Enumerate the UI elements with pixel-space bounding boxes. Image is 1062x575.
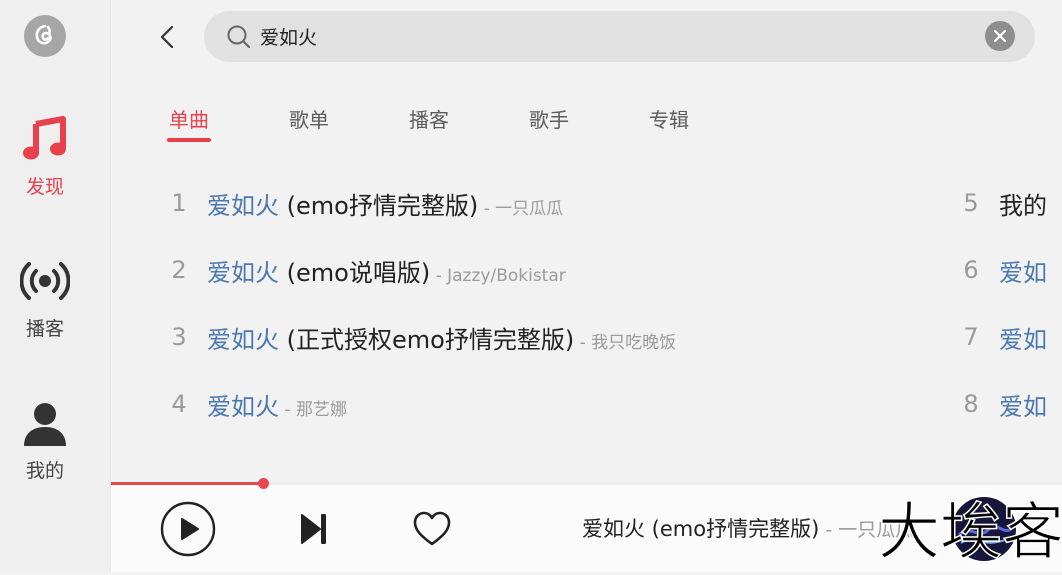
sidebar-item-discover[interactable]: 发现	[0, 116, 90, 199]
now-playing[interactable]: 爱如火 (emo抒情完整版) - 一只瓜瓜	[582, 513, 914, 543]
song-number: 3	[171, 323, 187, 351]
watermark-text: 大埃客	[881, 495, 1061, 568]
keyword-highlight: 爱如火	[207, 392, 279, 421]
sidebar-item-label: 播客	[25, 318, 64, 340]
song-title: 爱如火 (emo抒情完整版) - 一只瓜瓜	[207, 186, 563, 221]
sidebar-item-podcast[interactable]: 播客	[0, 258, 90, 341]
song-item[interactable]: 7 爱如	[951, 317, 1062, 357]
sidebar: 发现 播客 我的	[0, 0, 111, 572]
song-number: 8	[963, 390, 979, 418]
song-number: 6	[963, 256, 979, 284]
song-item[interactable]: 5 我的	[951, 183, 1062, 223]
song-version: 我的	[999, 191, 1047, 220]
song-title: 爱如火 (emo说唱版) - Jazzy/Bokistar	[207, 253, 566, 288]
tab-playlists[interactable]: 歌单	[289, 104, 329, 133]
user-icon	[24, 403, 66, 446]
play-button[interactable]	[160, 501, 216, 557]
song-version: (emo说唱版)	[279, 258, 431, 287]
music-note-icon	[23, 116, 66, 160]
song-number: 2	[171, 256, 187, 284]
like-button[interactable]	[413, 511, 451, 547]
keyword-highlight: 爱如火	[207, 258, 279, 287]
keyword-highlight: 爱如火	[207, 325, 279, 354]
tab-albums[interactable]: 专辑	[649, 104, 689, 133]
play-icon	[160, 501, 216, 557]
progress-fill	[111, 482, 263, 485]
close-icon	[993, 29, 1007, 43]
song-title: 爱如火 (正式授权emo抒情完整版) - 我只吃晚饭	[207, 320, 676, 355]
song-item[interactable]: 8 爱如	[951, 384, 1062, 424]
song-title: 爱如	[999, 253, 1047, 288]
song-title: 我的	[999, 186, 1047, 221]
sidebar-item-mine[interactable]: 我的	[0, 400, 90, 483]
search-input[interactable]	[260, 23, 960, 49]
search-icon	[227, 25, 251, 49]
keyword-highlight: 爱如	[999, 258, 1047, 287]
keyword-highlight: 爱如	[999, 325, 1047, 354]
song-title: 爱如火 - 那艺娜	[207, 387, 347, 422]
keyword-highlight: 爱如	[999, 392, 1047, 421]
song-item[interactable]: 6 爱如	[951, 250, 1062, 290]
song-title: 爱如	[999, 387, 1047, 422]
player-bar: 爱如火 (emo抒情完整版) - 一只瓜瓜 大埃客	[111, 478, 1062, 572]
progress-knob[interactable]	[258, 478, 269, 489]
app-logo-icon[interactable]	[24, 15, 66, 57]
song-title: 爱如	[999, 320, 1047, 355]
song-number: 4	[171, 390, 187, 418]
tab-podcasts[interactable]: 播客	[409, 104, 449, 133]
song-artist: - 我只吃晚饭	[574, 332, 677, 353]
song-item[interactable]: 1 爱如火 (emo抒情完整版) - 一只瓜瓜	[159, 183, 919, 223]
main-content: 单曲 歌单 播客 歌手 专辑 1 爱如火 (emo抒情完整版) - 一只瓜瓜 2…	[111, 0, 1062, 572]
back-button[interactable]	[155, 24, 181, 50]
broadcast-icon	[20, 262, 70, 300]
watermark: 大埃客	[877, 485, 1062, 571]
song-artist: - 那艺娜	[279, 399, 347, 420]
chevron-left-icon	[160, 25, 174, 49]
now-playing-title: 爱如火 (emo抒情完整版)	[582, 517, 820, 541]
song-item[interactable]: 4 爱如火 - 那艺娜	[159, 384, 919, 424]
active-tab-indicator	[167, 138, 211, 142]
song-artist: - 一只瓜瓜	[478, 198, 564, 219]
song-number: 7	[963, 323, 979, 351]
song-number: 1	[171, 189, 187, 217]
keyword-highlight: 爱如火	[207, 191, 279, 220]
song-artist: - Jazzy/Bokistar	[430, 265, 566, 286]
song-item[interactable]: 2 爱如火 (emo说唱版) - Jazzy/Bokistar	[159, 250, 919, 290]
sidebar-item-label: 发现	[25, 176, 64, 198]
skip-next-icon	[301, 514, 326, 544]
song-version: (emo抒情完整版)	[279, 191, 479, 220]
song-item[interactable]: 3 爱如火 (正式授权emo抒情完整版) - 我只吃晚饭	[159, 317, 919, 357]
heart-icon	[413, 511, 451, 546]
song-version: (正式授权emo抒情完整版)	[279, 325, 575, 354]
search-bar[interactable]	[204, 11, 1035, 62]
clear-search-button[interactable]	[985, 21, 1015, 51]
tab-singles[interactable]: 单曲	[169, 104, 209, 133]
result-tabs: 单曲 歌单 播客 歌手 专辑	[111, 100, 1011, 150]
next-track-button[interactable]	[300, 513, 328, 545]
song-number: 5	[963, 189, 979, 217]
sidebar-item-label: 我的	[25, 460, 64, 482]
tab-artists[interactable]: 歌手	[529, 104, 569, 133]
